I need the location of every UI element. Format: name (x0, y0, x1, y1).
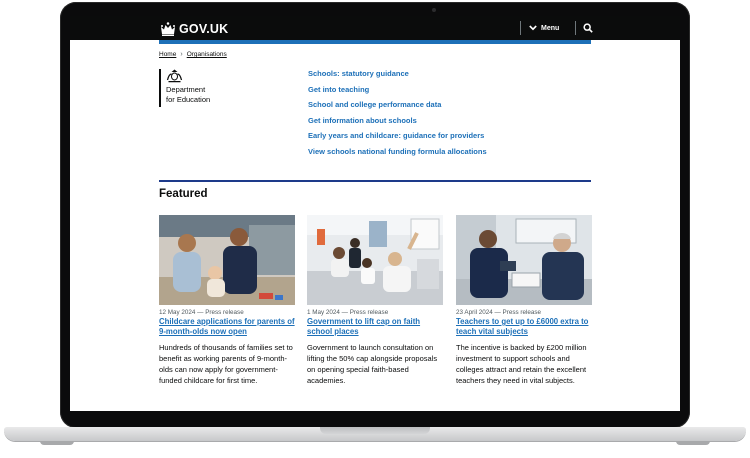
featured-description: Government to launch consultation on lif… (307, 343, 438, 385)
featured-title-link[interactable]: Teachers to get up to £6000 extra to tea… (456, 317, 592, 337)
breadcrumb-separator-icon: › (180, 51, 183, 58)
govuk-logo[interactable]: GOV.UK (160, 21, 228, 37)
quick-link-information-about-schools[interactable]: Get information about schools (308, 116, 487, 132)
breadcrumb: Home › Organisations (159, 51, 227, 58)
featured-rule (159, 180, 591, 182)
featured-meta: 1 May 2024 — Press release (307, 309, 389, 316)
quick-links: Schools: statutory guidance Get into tea… (308, 69, 487, 163)
breadcrumb-organisations[interactable]: Organisations (187, 51, 227, 58)
featured-heading: Featured (159, 188, 208, 200)
camera (432, 8, 436, 12)
laptop-foot (676, 441, 710, 445)
featured-image-teachers[interactable] (456, 215, 592, 305)
featured-card: 12 May 2024 — Press release Childcare ap… (159, 215, 295, 386)
crown-icon (161, 22, 175, 36)
laptop-screen: GOV.UK Menu Home › Organisations Departm… (70, 16, 680, 411)
featured-image-childcare[interactable] (159, 215, 295, 305)
govuk-header: GOV.UK Menu (70, 16, 680, 40)
laptop-lid: GOV.UK Menu Home › Organisations Departm… (60, 2, 690, 428)
featured-title-link[interactable]: Government to lift cap on faith school p… (307, 317, 443, 337)
quick-link-get-into-teaching[interactable]: Get into teaching (308, 85, 487, 101)
quick-link-funding-formula[interactable]: View schools national funding formula al… (308, 147, 487, 163)
quick-link-early-years[interactable]: Early years and childcare: guidance for … (308, 131, 487, 147)
royal-crest-icon (166, 69, 183, 83)
featured-meta: 23 April 2024 — Press release (456, 309, 542, 316)
search-button[interactable] (575, 21, 593, 35)
header-accent-bar (159, 40, 591, 44)
featured-meta: 12 May 2024 — Press release (159, 309, 244, 316)
quick-link-performance-data[interactable]: School and college performance data (308, 100, 487, 116)
laptop-foot (40, 441, 74, 445)
organisation-name: Department for Education (166, 85, 210, 104)
featured-description: The incentive is backed by £200 million … (456, 343, 587, 385)
breadcrumb-home[interactable]: Home (159, 51, 176, 58)
organisation-name-line1: Department (166, 85, 206, 94)
menu-button[interactable]: Menu (520, 21, 559, 35)
organisation-logo[interactable]: Department for Education (159, 69, 210, 107)
featured-description: Hundreds of thousands of families set to… (159, 343, 293, 385)
chevron-down-icon (529, 25, 537, 31)
search-icon (583, 23, 593, 33)
logo-text: GOV.UK (179, 22, 229, 36)
featured-card: 1 May 2024 — Press release Government to… (307, 215, 443, 386)
featured-title-link[interactable]: Childcare applications for parents of 9-… (159, 317, 295, 337)
quick-link-statutory-guidance[interactable]: Schools: statutory guidance (308, 69, 487, 85)
featured-card: 23 April 2024 — Press release Teachers t… (456, 215, 592, 386)
featured-image-faith-school[interactable] (307, 215, 443, 305)
laptop-opening-notch (320, 427, 430, 434)
organisation-name-line2: for Education (166, 94, 211, 104)
menu-label: Menu (541, 24, 560, 32)
laptop-base (0, 427, 750, 458)
